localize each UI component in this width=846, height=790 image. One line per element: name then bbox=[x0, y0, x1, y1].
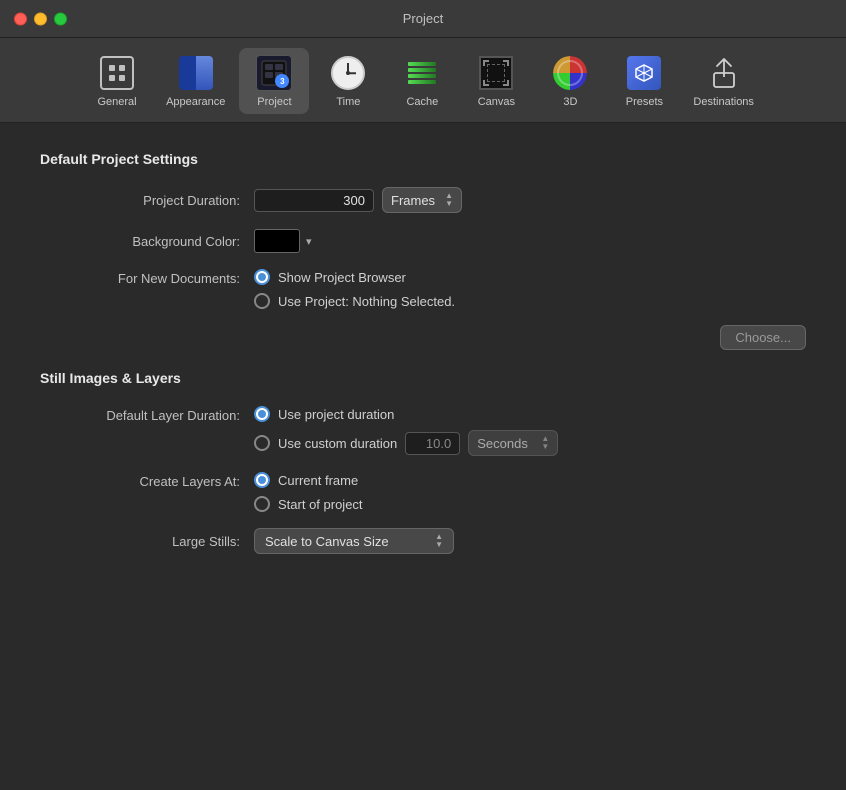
start-of-project-label: Start of project bbox=[278, 497, 363, 512]
appearance-icon bbox=[177, 54, 215, 92]
main-content: Default Project Settings Project Duratio… bbox=[0, 123, 846, 790]
toolbar-item-cache[interactable]: Cache bbox=[387, 48, 457, 114]
presets-icon bbox=[625, 54, 663, 92]
3d-label: 3D bbox=[563, 96, 577, 108]
start-of-project-radio[interactable] bbox=[254, 496, 270, 512]
3d-icon bbox=[551, 54, 589, 92]
show-project-browser-radio[interactable] bbox=[254, 269, 270, 285]
project-icon: 3 bbox=[255, 54, 293, 92]
default-layer-duration-row: Default Layer Duration: Use project dura… bbox=[40, 406, 806, 456]
large-stills-select[interactable]: Scale to Canvas Size ▲ ▼ bbox=[254, 528, 454, 554]
color-dropdown-arrow[interactable]: ▾ bbox=[306, 235, 312, 248]
frames-select[interactable]: Frames ▲ ▼ bbox=[382, 187, 462, 213]
still-images-title: Still Images & Layers bbox=[40, 370, 806, 386]
current-frame-label: Current frame bbox=[278, 473, 358, 488]
default-layer-duration-label: Default Layer Duration: bbox=[40, 406, 240, 423]
project-label: Project bbox=[257, 96, 291, 108]
large-stills-stepper-arrows: ▲ ▼ bbox=[435, 533, 443, 549]
project-duration-row: Project Duration: Frames ▲ ▼ bbox=[40, 187, 806, 213]
toolbar-item-canvas[interactable]: Canvas bbox=[461, 48, 531, 114]
create-layers-at-row: Create Layers At: Current frame Start of… bbox=[40, 472, 806, 512]
cache-icon bbox=[403, 54, 441, 92]
for-new-documents-group: Show Project Browser Use Project: Nothin… bbox=[254, 269, 455, 309]
show-project-browser-label: Show Project Browser bbox=[278, 270, 406, 285]
large-stills-row: Large Stills: Scale to Canvas Size ▲ ▼ bbox=[40, 528, 806, 554]
default-project-settings-title: Default Project Settings bbox=[40, 151, 806, 167]
create-layers-at-group: Current frame Start of project bbox=[254, 472, 363, 512]
title-bar: Project bbox=[0, 0, 846, 38]
use-project-duration-radio[interactable] bbox=[254, 406, 270, 422]
toolbar-item-time[interactable]: Time bbox=[313, 48, 383, 114]
general-label: General bbox=[97, 96, 136, 108]
create-layers-at-label: Create Layers At: bbox=[40, 472, 240, 489]
choose-row: Choose... bbox=[40, 325, 806, 350]
toolbar-item-general[interactable]: General bbox=[82, 48, 152, 114]
close-button[interactable] bbox=[14, 12, 27, 25]
show-project-browser-row: Show Project Browser bbox=[254, 269, 455, 285]
project-duration-input[interactable] bbox=[254, 189, 374, 212]
general-icon bbox=[98, 54, 136, 92]
large-stills-label: Large Stills: bbox=[40, 534, 240, 549]
use-project-row: Use Project: Nothing Selected. bbox=[254, 293, 455, 309]
use-project-label: Use Project: Nothing Selected. bbox=[278, 294, 455, 309]
maximize-button[interactable] bbox=[54, 12, 67, 25]
use-custom-duration-row: Use custom duration Seconds ▲ ▼ bbox=[254, 430, 558, 456]
default-layer-duration-group: Use project duration Use custom duration… bbox=[254, 406, 558, 456]
use-custom-duration-label: Use custom duration bbox=[278, 436, 397, 451]
background-color-label: Background Color: bbox=[40, 234, 240, 249]
current-frame-radio[interactable] bbox=[254, 472, 270, 488]
window-title: Project bbox=[403, 11, 443, 26]
presets-label: Presets bbox=[626, 96, 663, 108]
minimize-button[interactable] bbox=[34, 12, 47, 25]
project-duration-controls: Frames ▲ ▼ bbox=[254, 187, 462, 213]
toolbar-item-project[interactable]: 3 Project bbox=[239, 48, 309, 114]
destinations-label: Destinations bbox=[693, 96, 754, 108]
destinations-icon bbox=[705, 54, 743, 92]
choose-button[interactable]: Choose... bbox=[720, 325, 806, 350]
background-color-row: Background Color: ▾ bbox=[40, 229, 806, 253]
for-new-documents-row: For New Documents: Show Project Browser … bbox=[40, 269, 806, 309]
toolbar-item-destinations[interactable]: Destinations bbox=[683, 48, 764, 114]
seconds-stepper-arrows: ▲ ▼ bbox=[541, 435, 549, 451]
toolbar-item-appearance[interactable]: Appearance bbox=[156, 48, 235, 114]
for-new-documents-label: For New Documents: bbox=[40, 269, 240, 286]
custom-duration-input[interactable] bbox=[405, 432, 460, 455]
toolbar-item-presets[interactable]: Presets bbox=[609, 48, 679, 114]
seconds-label: Seconds bbox=[477, 436, 528, 451]
time-label: Time bbox=[336, 96, 360, 108]
seconds-select[interactable]: Seconds ▲ ▼ bbox=[468, 430, 558, 456]
toolbar: General Appearance 3 Proj bbox=[0, 38, 846, 123]
frames-label: Frames bbox=[391, 193, 435, 208]
background-color-swatch[interactable] bbox=[254, 229, 300, 253]
start-of-project-row: Start of project bbox=[254, 496, 363, 512]
appearance-label: Appearance bbox=[166, 96, 225, 108]
use-project-duration-row: Use project duration bbox=[254, 406, 558, 422]
use-project-radio[interactable] bbox=[254, 293, 270, 309]
color-swatch-wrap: ▾ bbox=[254, 229, 312, 253]
project-duration-label: Project Duration: bbox=[40, 193, 240, 208]
toolbar-item-3d[interactable]: 3D bbox=[535, 48, 605, 114]
frames-stepper-arrows: ▲ ▼ bbox=[445, 192, 453, 208]
use-project-duration-label: Use project duration bbox=[278, 407, 394, 422]
use-custom-duration-radio[interactable] bbox=[254, 435, 270, 451]
traffic-lights bbox=[14, 12, 67, 25]
cache-label: Cache bbox=[406, 96, 438, 108]
time-icon bbox=[329, 54, 367, 92]
scale-to-canvas-size-label: Scale to Canvas Size bbox=[265, 534, 389, 549]
canvas-label: Canvas bbox=[478, 96, 515, 108]
current-frame-row: Current frame bbox=[254, 472, 363, 488]
canvas-icon bbox=[477, 54, 515, 92]
